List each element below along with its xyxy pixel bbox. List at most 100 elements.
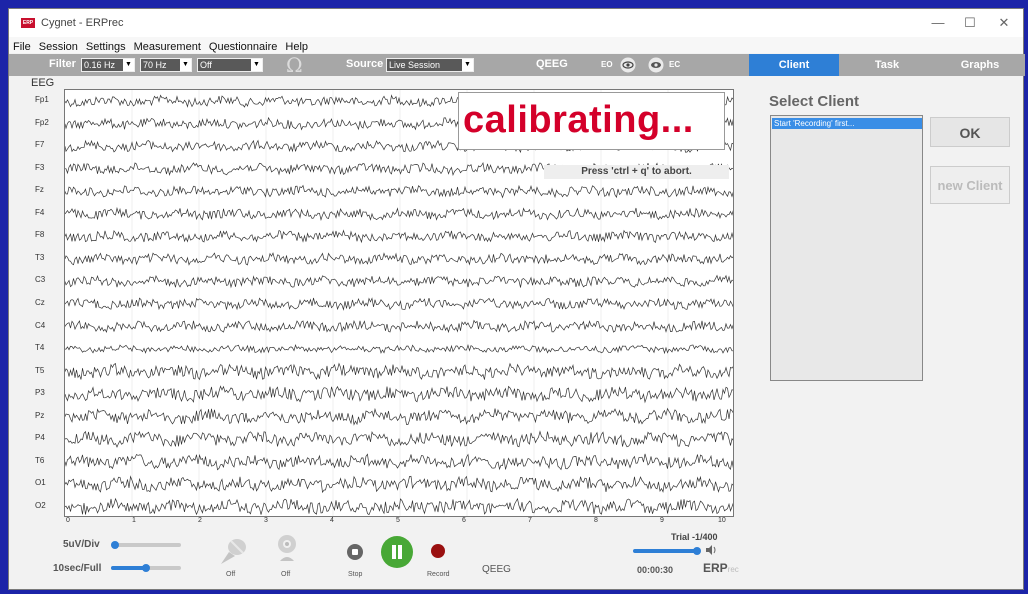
eeg-trace bbox=[65, 343, 733, 355]
impedance-omega-icon[interactable]: Ω bbox=[286, 53, 303, 77]
eo-label: EO bbox=[601, 60, 613, 69]
speaker-icon[interactable] bbox=[705, 544, 717, 556]
eeg-trace bbox=[65, 385, 733, 404]
x-tick-label: 7 bbox=[528, 517, 532, 524]
bottom-controls: 5uV/Div 10sec/Full Off Off Stop Record Q… bbox=[9, 527, 749, 591]
menu-help[interactable]: Help bbox=[281, 39, 312, 53]
new-client-button[interactable]: new Client bbox=[930, 166, 1010, 204]
source-select[interactable]: Live Session ▼ bbox=[386, 58, 474, 72]
list-item[interactable]: Start 'Recording' first... bbox=[772, 118, 922, 129]
channel-label: Cz bbox=[35, 298, 45, 307]
client-list[interactable]: Start 'Recording' first... bbox=[770, 115, 923, 381]
microphone-icon[interactable] bbox=[215, 534, 249, 566]
channel-label: O1 bbox=[35, 478, 46, 488]
channel-label: F3 bbox=[35, 162, 45, 172]
time-slider-handle[interactable] bbox=[142, 564, 150, 572]
channel-label: T3 bbox=[35, 252, 45, 262]
brand-sub: rec bbox=[727, 565, 739, 574]
dropdown-arrow-icon: ▼ bbox=[123, 59, 134, 71]
eeg-trace bbox=[65, 274, 733, 289]
volume-slider-track[interactable] bbox=[633, 549, 699, 553]
source-label: Source bbox=[346, 58, 384, 70]
channel-label: P3 bbox=[35, 388, 45, 398]
x-tick-label: 5 bbox=[396, 517, 400, 524]
filter-label: Filter bbox=[49, 58, 76, 70]
abort-hint: Press 'ctrl + q' to abort. bbox=[544, 165, 729, 179]
menu-session[interactable]: Session bbox=[35, 39, 82, 53]
eyes-open-icon[interactable] bbox=[617, 57, 639, 73]
eeg-trace bbox=[65, 184, 733, 199]
x-tick-label: 4 bbox=[330, 517, 334, 524]
brand-main: ERP bbox=[703, 561, 728, 575]
eeg-x-axis: 0 1 2 3 4 5 6 7 8 9 10 bbox=[64, 517, 734, 527]
notch-value: Off bbox=[200, 60, 212, 70]
eeg-trace bbox=[65, 407, 733, 426]
filter-low-value: 0.16 Hz bbox=[84, 60, 116, 70]
erprec-logo: ERPrec bbox=[703, 561, 739, 575]
eeg-trace bbox=[65, 475, 733, 494]
tab-client[interactable]: Client bbox=[749, 54, 839, 76]
menu-questionnaire[interactable]: Questionnaire bbox=[205, 39, 282, 53]
eeg-trace bbox=[65, 297, 733, 311]
source-value: Live Session bbox=[389, 60, 441, 70]
close-button[interactable]: ✕ bbox=[987, 13, 1021, 33]
tab-bar: Client Task Graphs bbox=[749, 54, 1025, 76]
eeg-title: EEG bbox=[31, 77, 55, 89]
trial-counter: Trial -1/400 bbox=[671, 532, 718, 542]
x-tick-label: 1 bbox=[132, 517, 136, 524]
eeg-trace bbox=[65, 453, 733, 471]
dropdown-arrow-icon: ▼ bbox=[462, 59, 473, 71]
channel-label: Fz bbox=[35, 185, 44, 195]
minimize-button[interactable]: — bbox=[921, 13, 955, 33]
menu-file[interactable]: File bbox=[9, 39, 35, 53]
menu-measurement[interactable]: Measurement bbox=[130, 39, 205, 53]
scale-slider-track[interactable] bbox=[111, 543, 181, 547]
tab-graphs[interactable]: Graphs bbox=[935, 54, 1025, 76]
channel-label: F8 bbox=[35, 230, 45, 240]
cam-status: Off bbox=[281, 571, 291, 578]
mic-status: Off bbox=[226, 571, 236, 578]
channel-label: F7 bbox=[35, 140, 45, 150]
calibrating-text: calibrating... bbox=[463, 99, 694, 141]
eeg-trace bbox=[65, 497, 733, 516]
qeeg-label: QEEG bbox=[536, 58, 568, 70]
dropdown-arrow-icon: ▼ bbox=[251, 59, 262, 71]
eeg-trace bbox=[65, 229, 733, 244]
maximize-button[interactable]: ☐ bbox=[953, 13, 987, 33]
record-button[interactable] bbox=[431, 544, 445, 558]
notch-select[interactable]: Off ▼ bbox=[197, 58, 263, 72]
filter-high-select[interactable]: 70 Hz ▼ bbox=[140, 58, 192, 72]
channel-label: C4 bbox=[35, 320, 46, 330]
channel-label: O2 bbox=[35, 500, 46, 510]
webcam-icon[interactable] bbox=[274, 533, 300, 565]
qeeg-status: QEEG bbox=[482, 564, 511, 575]
channel-label: Fp2 bbox=[35, 117, 49, 127]
filter-low-select[interactable]: 0.16 Hz ▼ bbox=[81, 58, 135, 72]
channel-label: F4 bbox=[35, 207, 45, 217]
tab-task[interactable]: Task bbox=[839, 54, 935, 76]
eeg-trace bbox=[65, 362, 733, 381]
elapsed-time: 00:00:30 bbox=[637, 565, 674, 575]
pause-button[interactable] bbox=[381, 536, 413, 568]
toolbar: Filter 0.16 Hz ▼ 70 Hz ▼ Off ▼ Ω Source Liv… bbox=[9, 53, 749, 77]
eeg-plot[interactable] bbox=[64, 89, 734, 517]
dropdown-arrow-icon: ▼ bbox=[180, 59, 191, 71]
eyes-closed-icon[interactable] bbox=[645, 57, 667, 73]
channel-label: T5 bbox=[35, 365, 45, 375]
x-tick-label: 2 bbox=[198, 517, 202, 524]
title-bar: ERP Cygnet - ERPrec — ☐ ✕ bbox=[9, 9, 1023, 37]
eeg-trace bbox=[65, 319, 733, 334]
record-label: Record bbox=[427, 571, 450, 578]
window-title: Cygnet - ERPrec bbox=[41, 17, 124, 29]
ec-label: EC bbox=[669, 60, 681, 69]
eeg-trace bbox=[65, 206, 733, 221]
channel-label: P4 bbox=[35, 433, 45, 443]
menu-settings[interactable]: Settings bbox=[82, 39, 130, 53]
ok-button[interactable]: OK bbox=[930, 117, 1010, 147]
select-client-heading: Select Client bbox=[769, 93, 860, 110]
volume-slider-handle[interactable] bbox=[693, 547, 701, 555]
scale-slider-handle[interactable] bbox=[111, 541, 119, 549]
x-tick-label: 10 bbox=[718, 517, 726, 524]
stop-button[interactable] bbox=[347, 544, 363, 560]
menu-bar: File Session Settings Measurement Questionna… bbox=[9, 37, 1023, 53]
